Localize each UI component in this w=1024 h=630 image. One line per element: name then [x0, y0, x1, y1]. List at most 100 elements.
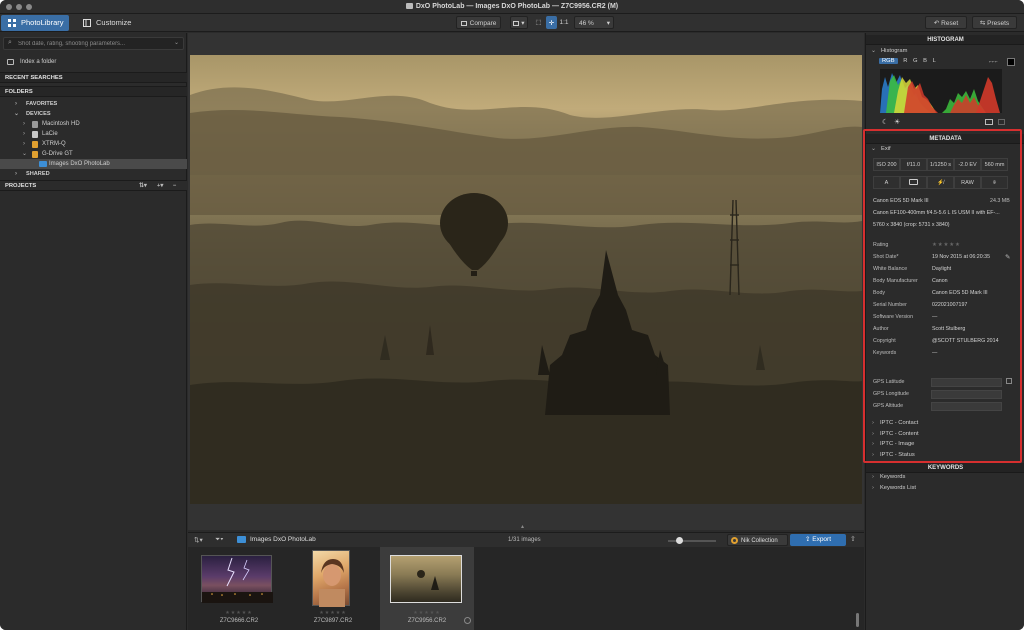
gps-label: GPS Latitude [873, 379, 905, 385]
view-mode-dropdown[interactable]: ▾ [510, 16, 528, 29]
gps-altitude-field[interactable] [931, 402, 1002, 411]
map-icon[interactable] [1006, 378, 1012, 384]
metering-icon [900, 176, 927, 189]
keywords-section[interactable]: › Keywords [872, 474, 905, 480]
tree-xtrm-q[interactable]: › XTRM-Q [0, 139, 187, 149]
chevron-right-icon: › [872, 474, 874, 480]
histogram-subheader[interactable]: ⌄ Histogram [866, 46, 1024, 56]
filter-icon[interactable]: ⏷▾ [215, 536, 223, 544]
share-icon[interactable]: ⇧ [850, 535, 856, 543]
iptc-image-section[interactable]: › IPTC - Image [872, 441, 914, 447]
sun-icon[interactable]: ☀ [894, 118, 900, 126]
clipping-icon[interactable]: ⌐⌐⌐ [989, 59, 998, 65]
export-label: Export [812, 536, 832, 543]
chevron-right-icon: › [872, 420, 874, 426]
white-balance-value: Daylight [932, 266, 952, 272]
nik-collection-button[interactable]: Nik Collection [727, 534, 788, 546]
channel-b[interactable]: B [923, 58, 927, 64]
filmstrip: ★★★★★ Z7C9666.CR2 ★★★★★ Z7C9897.CR2 ★★★★… [188, 547, 864, 630]
exif-label: Exif [881, 146, 891, 152]
channel-g[interactable]: G [913, 58, 918, 64]
body-value: Canon EOS 5D Mark III [932, 290, 988, 296]
keywords-value[interactable]: — [932, 350, 937, 356]
slider-thumb[interactable] [676, 537, 683, 544]
iptc-content-section[interactable]: › IPTC - Content [872, 431, 919, 437]
presets-button[interactable]: ⇆ Presets [972, 16, 1017, 29]
thumbnail-image [201, 555, 273, 603]
chevron-right-icon: › [23, 121, 25, 127]
chevron-right-icon: › [872, 452, 874, 458]
tree-favorites[interactable]: › FAVORITES [0, 99, 187, 109]
keywords-list-section[interactable]: › Keywords List [872, 485, 916, 491]
sort-icon[interactable]: ⇅▾ [139, 181, 147, 192]
tree-macintosh-hd[interactable]: › Macintosh HD [0, 119, 187, 129]
tree-lacie[interactable]: › LaCie [0, 129, 187, 139]
tree-devices[interactable]: ⌄ DEVICES [0, 109, 187, 119]
moon-icon[interactable]: ☾ [882, 118, 888, 126]
compare-button[interactable]: Compare [456, 16, 501, 29]
ratio-1-1-button[interactable]: 1:1 [558, 16, 570, 29]
add-project-icon[interactable]: +▾ [157, 181, 163, 192]
thumbnail-size-slider[interactable] [668, 537, 716, 544]
channel-l[interactable]: L [933, 58, 936, 64]
rating-stars[interactable]: ★★★★★ [286, 610, 380, 616]
image-viewer[interactable]: ▴ [188, 33, 864, 530]
thumbnail-selected[interactable]: ★★★★★ Z7C9956.CR2 [380, 547, 474, 630]
keywords-header[interactable]: KEYWORDS [866, 463, 1024, 473]
search-input[interactable] [18, 39, 168, 49]
tree-g-drive-gt[interactable]: ⌄ G-Drive GT [0, 149, 187, 159]
histogram-header[interactable]: HISTOGRAM [866, 35, 1024, 45]
collapse-filmstrip-icon[interactable]: ▴ [521, 523, 524, 530]
channel-r[interactable]: R [903, 58, 907, 64]
rating-stars[interactable]: ★★★★★ [932, 242, 961, 248]
chevron-right-icon: › [872, 441, 874, 447]
recent-searches-header[interactable]: RECENT SEARCHES [0, 72, 187, 83]
iptc-contact-section[interactable]: › IPTC - Contact [872, 420, 918, 426]
balloon-thumbnail [417, 570, 439, 590]
field-label: Body [873, 290, 886, 296]
filmstrip-scrollbar[interactable] [856, 613, 859, 627]
export-button[interactable]: ⇪ Export [790, 534, 846, 546]
thumbnail[interactable]: ★★★★★ Z7C9897.CR2 [286, 547, 380, 630]
chevron-down-icon[interactable]: ⌄ [174, 39, 179, 46]
copyright-value[interactable]: @SCOTT STULBERG 2014 [932, 338, 999, 344]
tree-label: LaCie [42, 131, 58, 137]
pencil-icon[interactable]: ✎ [1005, 253, 1010, 261]
tree-shared[interactable]: › SHARED [0, 169, 187, 179]
color-swatch[interactable] [1007, 58, 1015, 66]
move-icon[interactable]: ✛ [546, 16, 557, 29]
tab-customize[interactable]: Customize [76, 15, 136, 31]
gps-latitude-field[interactable] [931, 378, 1002, 387]
main-photo[interactable] [190, 55, 862, 504]
zoom-select[interactable]: 46 % ▾ [574, 16, 614, 29]
reset-button[interactable]: ↶ Reset [925, 16, 967, 29]
compare-icon [460, 21, 467, 26]
channel-rgb[interactable]: RGB [879, 58, 898, 64]
gamut-icon[interactable] [998, 119, 1005, 125]
projects-header[interactable]: PROJECTS ⇅▾ +▾ − [0, 180, 187, 191]
sort-icon[interactable]: ⇅▾ [194, 536, 203, 544]
gps-longitude-field[interactable] [931, 390, 1002, 399]
thumbnail[interactable]: ★★★★★ Z7C9666.CR2 [192, 547, 286, 630]
image-dimensions: 5760 x 3840 (crop: 5731 x 3840) [873, 222, 950, 228]
chevron-down-icon: ⌄ [22, 151, 28, 157]
fit-icon[interactable]: ⬚ [533, 16, 544, 29]
nik-label: Nik Collection [741, 538, 778, 544]
compare-label: Compare [469, 20, 497, 27]
tab-photolibrary[interactable]: PhotoLibrary [1, 15, 69, 31]
chevron-down-icon: ⌄ [871, 146, 877, 152]
rating-stars[interactable]: ★★★★★ [192, 610, 286, 616]
display-icon[interactable] [985, 119, 993, 125]
tree-images-dxo-photolab[interactable]: Images DxO PhotoLab [0, 159, 187, 169]
metadata-header[interactable]: METADATA [866, 134, 1024, 144]
index-folder-button[interactable]: Index a folder [0, 57, 187, 67]
exif-subheader[interactable]: ⌄ Exif [866, 144, 1024, 154]
info-icon[interactable] [464, 617, 471, 624]
exif-iso: ISO 200 [873, 158, 900, 171]
iptc-status-section[interactable]: › IPTC - Status [872, 452, 915, 458]
folders-header[interactable]: FOLDERS [0, 86, 187, 97]
remove-project-icon[interactable]: − [173, 181, 176, 192]
chevron-down-icon: ⌄ [871, 48, 877, 54]
rating-stars[interactable]: ★★★★★ [380, 610, 474, 616]
author-value[interactable]: Scott Stulberg [932, 326, 965, 332]
